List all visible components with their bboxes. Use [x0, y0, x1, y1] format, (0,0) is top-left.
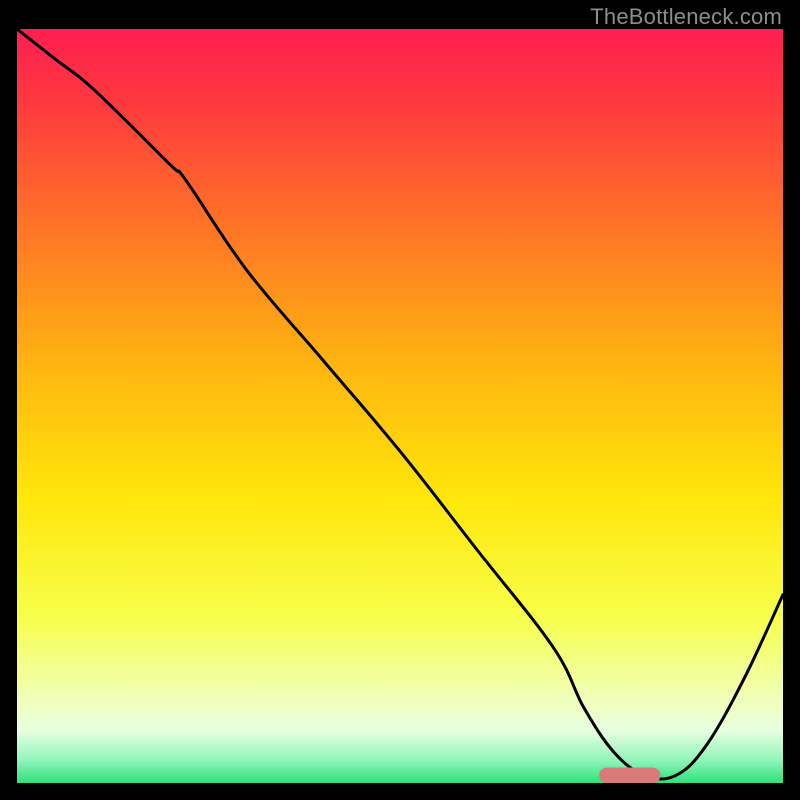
optimal-marker [599, 767, 660, 783]
bottleneck-chart [17, 29, 783, 783]
heat-background [17, 29, 783, 783]
watermark-text: TheBottleneck.com [590, 4, 782, 30]
chart-frame [17, 29, 783, 783]
